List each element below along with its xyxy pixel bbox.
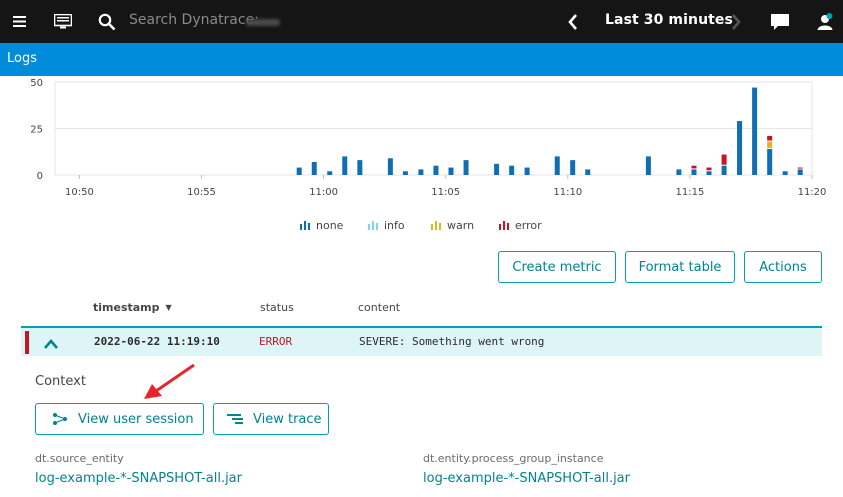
x-tick-label: 11:05 — [431, 187, 460, 198]
bar-none — [418, 169, 424, 175]
create-metric-label: Create metric — [512, 259, 602, 275]
bar-none — [357, 160, 363, 175]
x-tick-label: 10:50 — [65, 187, 94, 198]
field-key-source-entity: dt.source_entity — [35, 452, 124, 465]
bar-none — [524, 167, 530, 175]
page-header: Logs — [0, 43, 843, 76]
legend-warn-swatch — [431, 221, 441, 230]
y-tick-label: 0 — [37, 171, 43, 182]
bar-none — [342, 156, 348, 175]
monitor-icon[interactable] — [50, 0, 76, 43]
format-table-label: Format table — [638, 259, 722, 275]
bar-error — [767, 135, 773, 141]
x-tick-label: 11:15 — [675, 187, 704, 198]
bar-error — [721, 154, 727, 165]
bar-none — [296, 167, 302, 175]
bar-error — [706, 167, 712, 171]
timeframe-selector[interactable]: Last 30 minutes — [605, 12, 733, 28]
view-trace-button[interactable]: View trace — [213, 403, 329, 435]
field-key-process-group-instance: dt.entity.process_group_instance — [423, 452, 604, 465]
bar-none — [585, 169, 591, 175]
bar-none — [676, 169, 682, 175]
legend-item-warn[interactable]: warn — [431, 219, 474, 232]
bar-none — [509, 165, 515, 175]
bar-error — [797, 167, 803, 169]
bar-none — [767, 148, 773, 175]
bar-none — [387, 158, 393, 175]
legend-info-swatch — [368, 221, 378, 230]
format-table-button[interactable]: Format table — [625, 251, 735, 283]
legend-item-none[interactable]: none — [300, 219, 343, 232]
legend-error-swatch — [499, 221, 509, 230]
bar-none — [433, 165, 439, 175]
bar-warn — [767, 141, 773, 148]
x-tick-label: 11:10 — [553, 187, 582, 198]
row-timestamp: 2022-06-22 11:19:10 — [94, 335, 220, 348]
bar-none — [494, 163, 500, 175]
legend-item-error[interactable]: error — [499, 219, 542, 232]
legend-none-label: none — [316, 219, 344, 232]
search-scope-blurred — [246, 19, 280, 26]
bar-none — [448, 167, 454, 175]
row-status: ERROR — [259, 335, 293, 348]
bar-none — [737, 121, 743, 175]
table-row[interactable]: 2022-06-22 11:19:10 ERROR SEVERE: Someth… — [21, 326, 822, 356]
sort-desc-icon: ▼ — [165, 303, 172, 312]
column-header-timestamp[interactable]: timestamp ▼ — [93, 301, 172, 314]
bar-none — [311, 161, 317, 175]
bar-none — [782, 171, 788, 175]
context-heading: Context — [35, 374, 86, 389]
log-histogram-chart: 50 25 0 10:50 10:55 11:00 11:05 11:10 11:15 11:20 — [30, 78, 827, 198]
menu-icon[interactable] — [6, 0, 32, 43]
user-icon[interactable] — [812, 0, 838, 43]
bar-none — [554, 156, 560, 175]
x-tick-label: 10:55 — [187, 187, 216, 198]
chat-icon[interactable] — [767, 0, 793, 43]
legend-warn-label: warn — [447, 219, 475, 232]
view-user-session-button[interactable]: View user session — [35, 403, 204, 435]
error-severity-indicator — [25, 331, 29, 354]
search-icon[interactable] — [95, 0, 119, 43]
chevron-right-icon[interactable] — [726, 0, 746, 43]
field-value-process-group-instance-link[interactable]: log-example-*-SNAPSHOT-all.jar — [423, 471, 630, 486]
actions-label: Actions — [759, 259, 807, 275]
create-metric-button[interactable]: Create metric — [498, 251, 616, 283]
chevron-left-icon[interactable] — [562, 0, 584, 43]
actions-button[interactable]: Actions — [744, 251, 822, 283]
chevron-up-icon[interactable] — [43, 335, 59, 354]
bar-none — [721, 165, 727, 175]
y-tick-label: 50 — [30, 78, 43, 89]
legend-none-swatch — [300, 221, 310, 230]
legend-error-label: error — [515, 219, 542, 232]
legend-info-label: info — [384, 219, 405, 232]
bar-none — [706, 171, 712, 175]
annotation-arrow — [144, 363, 195, 399]
bar-none — [402, 171, 408, 175]
x-tick-label: 11:00 — [309, 187, 338, 198]
top-bar: Search Dynatrace: Last 30 minutes — [0, 0, 843, 43]
field-value-source-entity-link[interactable]: log-example-*-SNAPSHOT-all.jar — [35, 471, 242, 486]
bar-none — [797, 169, 803, 175]
bar-none — [463, 160, 469, 175]
view-user-session-label: View user session — [78, 411, 194, 427]
column-header-timestamp-label: timestamp — [93, 301, 160, 314]
search-input[interactable]: Search Dynatrace: — [129, 12, 259, 28]
trace-icon — [227, 413, 243, 425]
page-title: Logs — [7, 51, 37, 66]
row-content: SEVERE: Something went wrong — [359, 335, 545, 348]
y-tick-label: 25 — [30, 125, 43, 136]
bar-none — [327, 171, 333, 175]
column-header-status[interactable]: status — [260, 301, 294, 314]
bar-error — [691, 165, 697, 169]
user-session-icon — [52, 412, 68, 426]
bar-none — [570, 160, 576, 175]
column-header-content[interactable]: content — [358, 301, 400, 314]
legend-item-info[interactable]: info — [368, 219, 405, 232]
bar-none — [752, 87, 758, 175]
view-trace-label: View trace — [253, 411, 322, 427]
bar-none — [645, 156, 651, 175]
bar-none — [691, 169, 697, 175]
x-tick-label: 11:20 — [798, 187, 827, 198]
